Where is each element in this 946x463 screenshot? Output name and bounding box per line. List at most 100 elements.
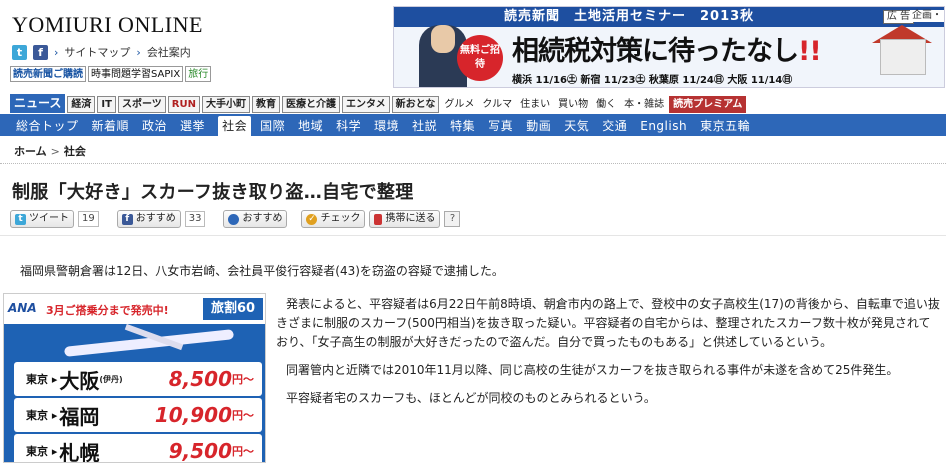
category-tab[interactable]: グルメ	[441, 96, 477, 113]
side-ad-brand: ANA	[8, 301, 37, 315]
article-paragraph: 同署管内と近隣では2010年11月以降、同じ高校の生徒がスカーフを抜き取られる事…	[286, 363, 899, 377]
category-tab[interactable]: 住まい	[517, 96, 553, 113]
divider	[0, 235, 946, 236]
category-tab[interactable]: エンタメ	[341, 96, 390, 113]
subcategory-tab[interactable]: 環境	[374, 116, 399, 136]
fare-unit: 円〜	[232, 409, 254, 422]
subcategory-tab[interactable]: 新着順	[92, 116, 130, 136]
category-tab[interactable]: ニュース	[10, 94, 66, 113]
ad-person-face	[431, 25, 455, 53]
subcategory-tab[interactable]: 交通	[602, 116, 627, 136]
category-tab[interactable]: 医療と介護	[281, 96, 340, 113]
fare-destination: 札幌	[59, 440, 100, 463]
article-lead: 福岡県警朝倉署は12日、八女市岩崎、会社員平俊行容疑者(43)を窃盗の容疑で逮捕…	[20, 264, 504, 278]
fare-destination: 大阪	[59, 368, 100, 393]
side-ad-product: 旅割60	[203, 298, 263, 320]
tweet-count: 19	[78, 211, 99, 227]
facebook-count: 33	[184, 211, 206, 227]
category-tab[interactable]: 働く	[593, 96, 619, 113]
site-logo[interactable]: YOMIURI ONLINE	[12, 12, 203, 38]
mobile-icon	[374, 213, 383, 225]
category-tab[interactable]: クルマ	[479, 96, 515, 113]
ad-catchphrase: 相続税対策に待ったなし!!	[512, 36, 822, 67]
fare-origin: 東京 ▸	[26, 373, 58, 386]
subcategory-tab[interactable]: 天気	[564, 116, 589, 136]
service-tags: 読売新聞ご購読 時事問題学習SAPIX 旅行	[10, 66, 212, 82]
sapix-link[interactable]: 時事問題学習SAPIX	[88, 66, 184, 82]
fare-price: 10,900	[154, 403, 232, 427]
send-to-mobile-button[interactable]: 携帯に送る	[369, 210, 441, 228]
fare-destination: 福岡	[59, 404, 100, 429]
article-body: 発表によると、平容疑者は6月22日午前8時頃、朝倉市内の路上で、登校中の女子高校…	[276, 295, 940, 417]
fare-unit: 円〜	[232, 445, 254, 458]
twitter-icon: t	[15, 213, 26, 225]
article-paragraph: 平容疑者宅のスカーフも、ほとんどが同校のものとみられるという。	[286, 391, 656, 405]
breadcrumb-home[interactable]: ホーム	[14, 145, 47, 158]
category-tab[interactable]: 新おとな	[391, 96, 440, 113]
subcategory-tab[interactable]: 動画	[526, 116, 551, 136]
ad-corp-label: 企画・	[910, 10, 944, 22]
article-paragraph: 発表によると、平容疑者は6月22日午前8時頃、朝倉市内の路上で、登校中の女子高校…	[276, 297, 940, 349]
fare-row[interactable]: 東京 ▸ 福岡 10,900 円〜	[14, 398, 262, 432]
subcategory-tab[interactable]: 社会	[218, 116, 252, 136]
check-icon: ✓	[306, 213, 318, 225]
subcategory-tab[interactable]: 政治	[142, 116, 167, 136]
subcategory-tab[interactable]: 科学	[336, 116, 361, 136]
subcategory-tab[interactable]: 社説	[412, 116, 437, 136]
subscribe-link[interactable]: 読売新聞ご購読	[10, 66, 86, 82]
fare-origin: 東京 ▸	[26, 445, 58, 458]
ad-header: 読売新聞 土地活用セミナー 2013秋	[394, 7, 944, 27]
fare-price: 9,500	[168, 439, 232, 463]
mixi-check-button[interactable]: ✓ チェック	[301, 210, 366, 228]
arrow-icon: ›	[136, 45, 141, 59]
facebook-icon[interactable]: f	[33, 44, 48, 60]
fare-airport: (伊丹)	[99, 374, 123, 384]
side-ad-headline: 3月ご搭乗分まで発売中!	[46, 304, 169, 317]
category-tab[interactable]: RUN	[167, 96, 200, 113]
category-tab[interactable]: 買い物	[555, 96, 591, 113]
breadcrumb-separator: >	[50, 145, 60, 158]
top-banner-ad[interactable]: 読売新聞 土地活用セミナー 2013秋 広 告 企画・ 無料ご招待 相続税対策に…	[393, 6, 945, 88]
fare-unit: 円〜	[232, 373, 254, 386]
company-link[interactable]: 会社案内	[147, 44, 191, 60]
fare-origin: 東京 ▸	[26, 409, 58, 422]
facebook-icon: f	[121, 213, 133, 225]
category-tab[interactable]: IT	[97, 96, 116, 113]
subcategory-tab[interactable]: English	[640, 116, 687, 136]
divider	[0, 163, 946, 164]
primary-category-nav: ニュース 経済 IT スポーツ RUN 大手小町 教育 医療と介護 エンタメ 新おとな グルメ クルマ…	[10, 94, 747, 113]
ad-free-badge: 無料ご招待	[457, 35, 503, 81]
breadcrumb-current[interactable]: 社会	[64, 145, 86, 158]
travel-link[interactable]: 旅行	[185, 66, 212, 82]
fare-row[interactable]: 東京 ▸ 札幌 9,500 円〜	[14, 434, 262, 463]
facebook-recommend-button[interactable]: f おすすめ	[116, 210, 181, 228]
side-banner-ad[interactable]: ANA 3月ご搭乗分まで発売中! 旅割60 東京 ▸ 大阪 (伊丹) 8,500 円〜東…	[3, 293, 266, 463]
subcategory-tab[interactable]: 地域	[298, 116, 323, 136]
category-tab[interactable]: 経済	[67, 96, 96, 113]
mixi-icon	[228, 213, 240, 225]
category-tab[interactable]: スポーツ	[117, 96, 166, 113]
category-tab[interactable]: 本・雑誌	[621, 96, 667, 113]
subcategory-tab[interactable]: 選挙	[180, 116, 205, 136]
category-tab[interactable]: 大手小町	[201, 96, 250, 113]
mixi-recommend-button[interactable]: おすすめ	[223, 210, 288, 228]
help-button[interactable]: ?	[444, 211, 461, 227]
secondary-category-nav: 総合トップ 新着順 政治 選挙 社会 国際 地域 科学 環境 社説 特集 写真 動画 天気 交通 Englis…	[0, 114, 946, 136]
fare-row[interactable]: 東京 ▸ 大阪 (伊丹) 8,500 円〜	[14, 362, 262, 396]
sitemap-link[interactable]: サイトマップ	[64, 44, 130, 60]
breadcrumb: ホーム > 社会	[14, 143, 86, 159]
category-tab[interactable]: 読売プレミアム	[669, 96, 747, 113]
category-tab[interactable]: 教育	[251, 96, 280, 113]
subcategory-tab[interactable]: 国際	[260, 116, 285, 136]
subcategory-tab[interactable]: 特集	[450, 116, 475, 136]
ad-house-icon	[880, 39, 926, 75]
tweet-button[interactable]: t ツイート	[10, 210, 74, 228]
top-links: t f › サイトマップ › 会社案内	[12, 44, 191, 60]
article-title: 制服「大好き」スカーフ抜き取り盗…自宅で整理	[12, 182, 414, 203]
twitter-icon[interactable]: t	[12, 44, 27, 60]
subcategory-tab[interactable]: 総合トップ	[16, 116, 79, 136]
subcategory-tab[interactable]: 東京五輪	[700, 116, 750, 136]
ad-dates: 横浜 11/16㊏ 新宿 11/23㊏ 秋葉原 11/24㊐ 大阪 11/14㊐	[512, 75, 793, 86]
subcategory-tab[interactable]: 写真	[488, 116, 513, 136]
arrow-icon: ›	[54, 45, 59, 59]
